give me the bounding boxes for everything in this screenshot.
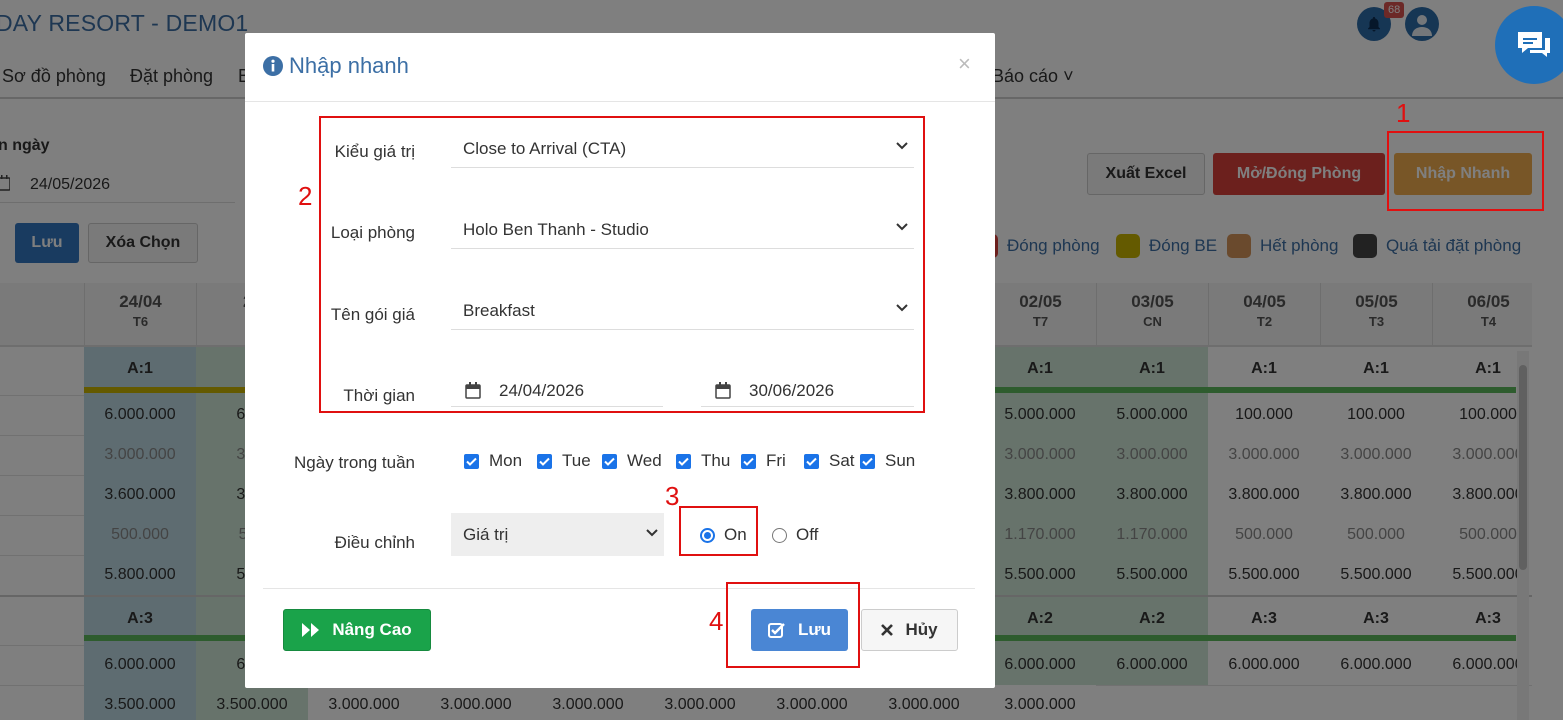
chat-widget-icon[interactable]: [1495, 6, 1563, 84]
checkbox-checked-icon[interactable]: [676, 453, 691, 469]
close-icon: [881, 624, 894, 636]
checkbox-checked-icon[interactable]: [860, 453, 875, 469]
close-icon[interactable]: ×: [958, 51, 971, 77]
weekday-fri[interactable]: Fri: [741, 451, 786, 471]
weekday-tue[interactable]: Tue: [537, 451, 591, 471]
annotation-box-4: [726, 582, 860, 668]
checkbox-checked-icon[interactable]: [537, 453, 552, 469]
weekday-label: Sun: [885, 451, 916, 470]
weekday-label: Tue: [562, 451, 591, 470]
info-icon: [263, 56, 283, 76]
checkbox-checked-icon[interactable]: [804, 453, 819, 469]
weekday-label: Thu: [701, 451, 731, 470]
checkbox-checked-icon[interactable]: [602, 453, 617, 469]
adjust-select[interactable]: Giá trị: [451, 513, 664, 556]
adjust-label: Điều chỉnh: [334, 533, 415, 552]
radio-off-dot[interactable]: [772, 527, 787, 543]
weekday-wed[interactable]: Wed: [602, 451, 662, 471]
weekday-label: Fri: [766, 451, 786, 470]
fast-forward-icon: [302, 623, 320, 637]
annotation-number-4: 4: [709, 606, 724, 636]
weekday-sun[interactable]: Sun: [860, 451, 915, 471]
weekday-thu[interactable]: Thu: [676, 451, 730, 471]
chevron-down-icon: [646, 529, 658, 537]
annotation-number-2: 2: [298, 181, 313, 211]
modal-title: Nhập nhanh: [263, 53, 409, 79]
modal-footer-divider: [263, 588, 975, 589]
advanced-button[interactable]: Nâng Cao: [283, 609, 431, 651]
weekday-label: Mon: [489, 451, 523, 470]
weekday-label: Sat: [829, 451, 855, 470]
annotation-box-1: [1387, 131, 1544, 211]
weekday-mon[interactable]: Mon: [464, 451, 522, 471]
checkbox-checked-icon[interactable]: [464, 453, 479, 469]
weekdays-label: Ngày trong tuần: [294, 453, 415, 472]
annotation-number-3: 3: [665, 481, 680, 511]
weekday-sat[interactable]: Sat: [804, 451, 855, 471]
weekday-label: Wed: [627, 451, 662, 470]
annotation-box-2: [319, 116, 925, 413]
radio-off[interactable]: Off: [772, 525, 818, 545]
annotation-number-1: 1: [1396, 98, 1411, 128]
modal-header: Nhập nhanh ×: [245, 33, 995, 102]
modal-cancel-button[interactable]: Hủy: [861, 609, 958, 651]
checkbox-checked-icon[interactable]: [741, 453, 756, 469]
annotation-box-3: [679, 506, 758, 556]
